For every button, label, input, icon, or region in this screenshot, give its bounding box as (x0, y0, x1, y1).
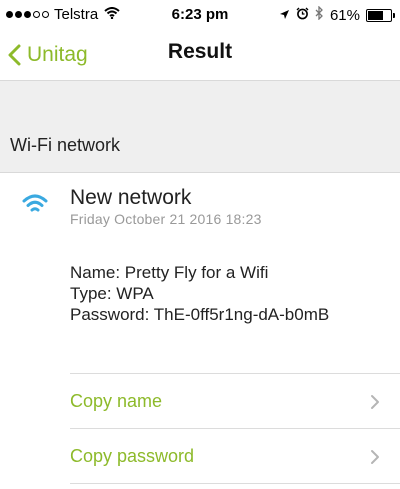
status-right: 61% (279, 5, 395, 24)
network-details: Name: Pretty Fly for a Wifi Type: WPA Pa… (70, 262, 382, 325)
battery-level (368, 10, 383, 20)
network-name: Name: Pretty Fly for a Wifi (70, 263, 269, 282)
page-title: Result (167, 40, 233, 63)
chevron-right-icon (371, 450, 379, 464)
location-arrow-icon (279, 7, 290, 24)
status-bar: Telstra 6:23 pm 61% (0, 0, 400, 30)
chevron-right-icon (371, 395, 379, 409)
copy-name-label: Copy name (70, 391, 163, 411)
battery-percentage: 61% (329, 6, 360, 24)
alarm-clock-icon (296, 7, 309, 24)
battery-icon (366, 8, 395, 22)
section-band: Wi-Fi network (0, 80, 400, 173)
section-header: Wi-Fi network (10, 135, 121, 155)
network-title: New network (70, 186, 192, 209)
network-password: Password: ThE-0ff5r1ng-dA-b0mB (70, 305, 330, 324)
copy-password-label: Copy password (70, 446, 195, 466)
copy-password-button[interactable]: Copy password (70, 429, 400, 483)
network-type: Type: WPA (70, 284, 154, 303)
network-date: Friday October 21 2016 18:23 (70, 211, 262, 227)
bluetooth-icon (315, 5, 324, 24)
wifi-icon (22, 193, 48, 220)
navigation-bar: Unitag Result (0, 30, 400, 80)
divider (70, 483, 400, 484)
copy-name-button[interactable]: Copy name (70, 374, 400, 428)
